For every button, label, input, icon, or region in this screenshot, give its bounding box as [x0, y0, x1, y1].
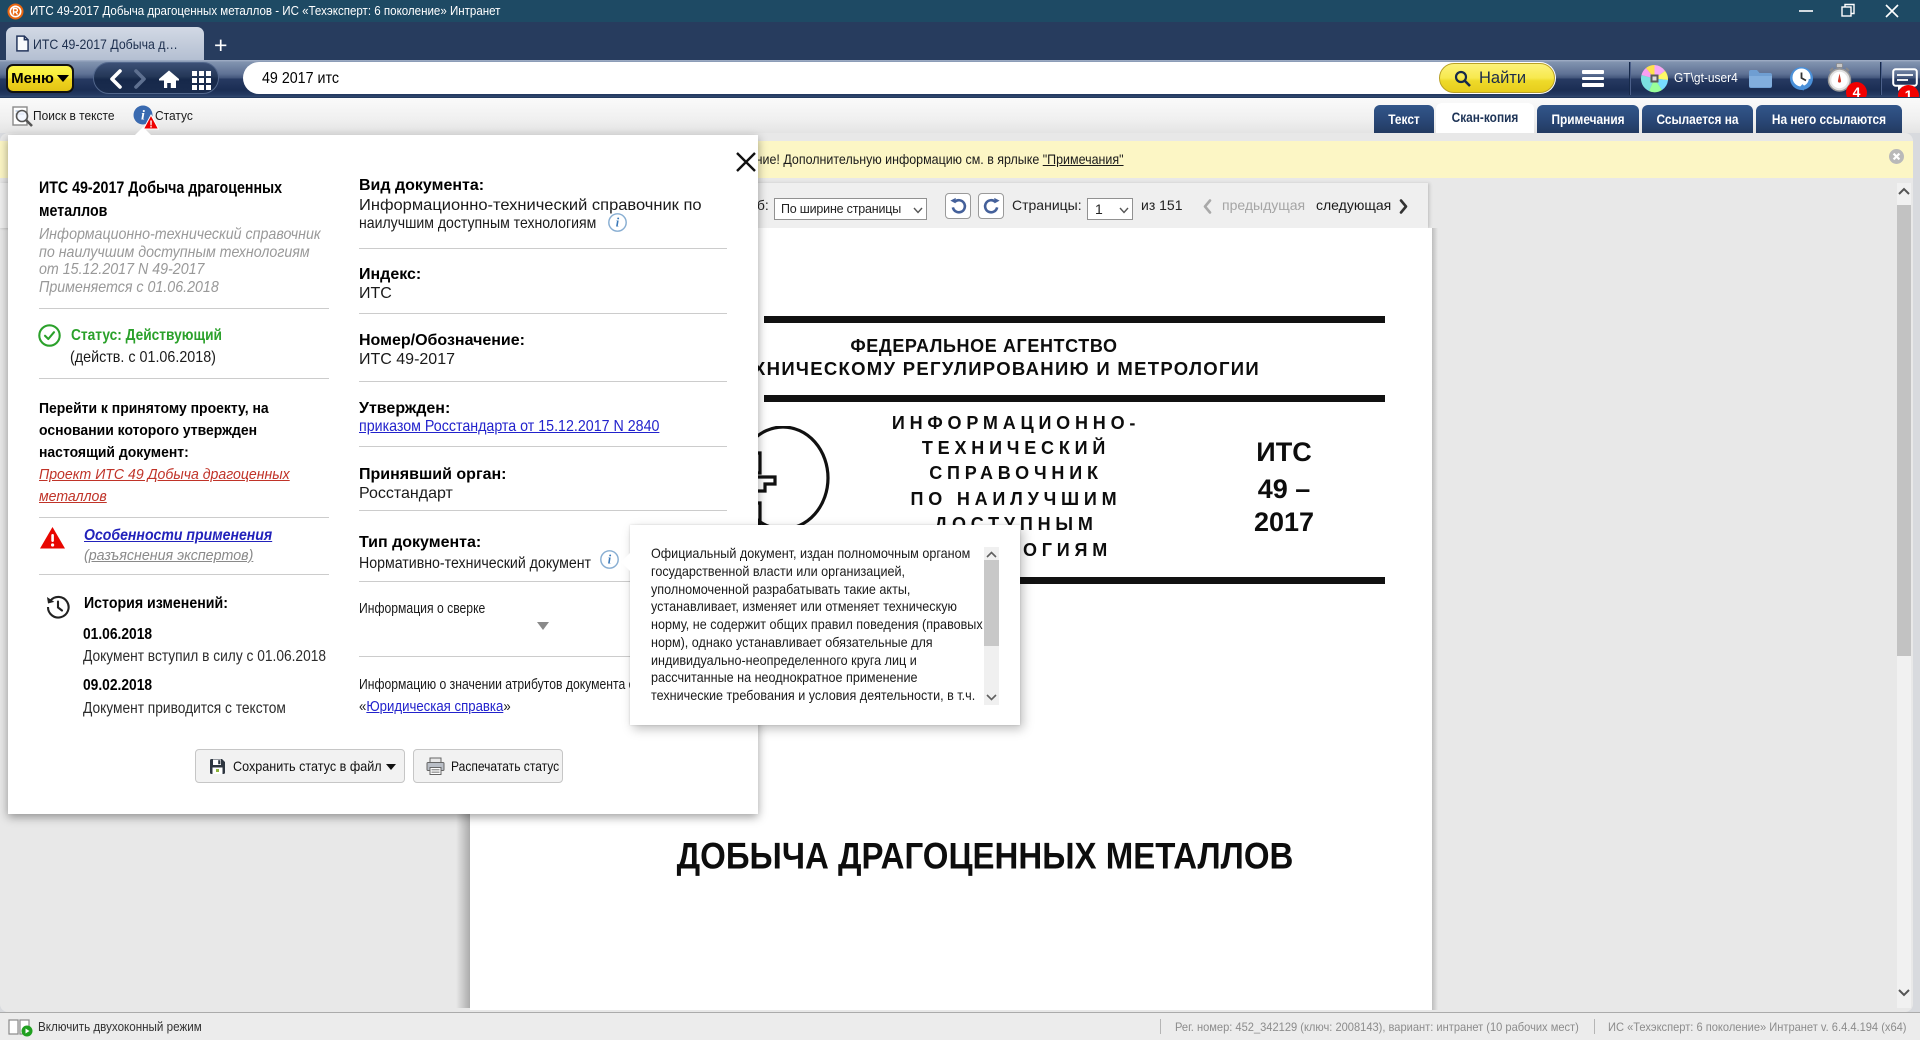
svg-text:i: i	[141, 109, 145, 124]
